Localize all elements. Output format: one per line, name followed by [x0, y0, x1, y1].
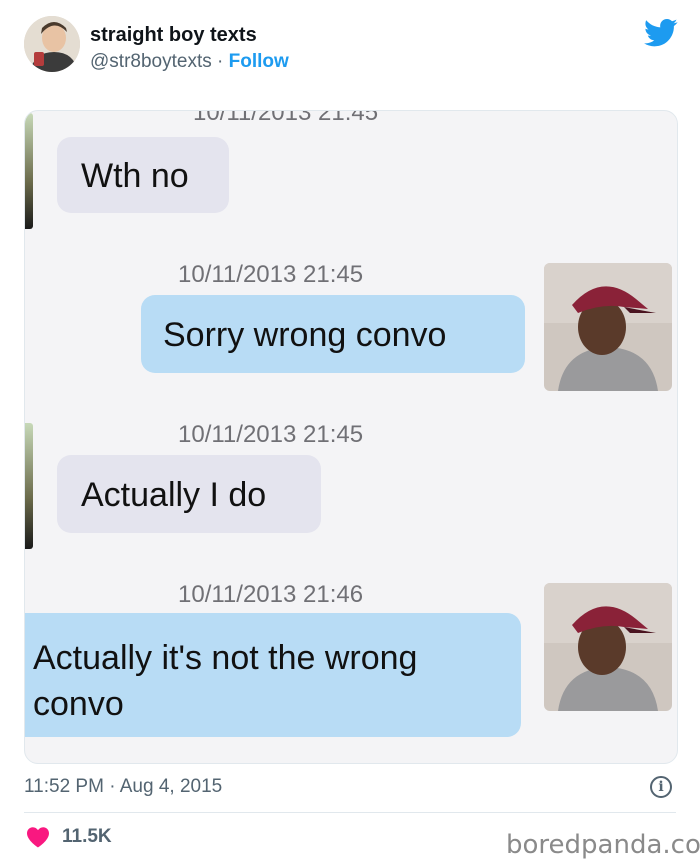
heart-icon[interactable]: [26, 826, 50, 848]
message-line: convo: [33, 685, 124, 723]
separator: ·: [217, 51, 224, 72]
message-bubble-incoming: Actually I do: [57, 455, 321, 533]
divider: [24, 812, 676, 813]
author-handle[interactable]: @str8boytexts: [90, 51, 212, 72]
timestamp: 10/11/2013 21:45: [178, 261, 364, 288]
timestamp: 10/11/2013 21:45: [193, 110, 379, 126]
contact-photo-edge: [25, 423, 33, 549]
avatar[interactable]: [24, 16, 80, 72]
conversation-screenshot[interactable]: 10/11/2013 21:45 Wth no 10/11/2013 21:45…: [24, 110, 678, 764]
watermark: boredpanda.com: [506, 830, 700, 860]
tweet-card: straight boy texts @str8boytexts · Follo…: [0, 0, 700, 866]
info-icon[interactable]: i: [650, 776, 672, 798]
message-line: Actually it's not the wrong: [33, 639, 418, 677]
message-bubble-incoming: Wth no: [57, 137, 229, 213]
contact-photo-edge: [25, 113, 33, 229]
sender-photo: [544, 583, 672, 711]
message-bubble-outgoing: Sorry wrong convo: [141, 295, 525, 373]
timestamp: 10/11/2013 21:45: [178, 421, 364, 448]
like-count[interactable]: 11.5K: [62, 826, 112, 848]
author-handle-line: @str8boytexts · Follow: [90, 51, 289, 73]
follow-button[interactable]: Follow: [229, 51, 289, 72]
tweet-timestamp[interactable]: 11:52 PM · Aug 4, 2015: [24, 776, 222, 798]
sender-photo: [544, 263, 672, 391]
twitter-bird-icon[interactable]: [644, 18, 678, 48]
message-bubble-outgoing: Actually it's not the wrong convo: [25, 613, 521, 737]
timestamp: 10/11/2013 21:46: [178, 581, 364, 608]
author-name[interactable]: straight boy texts: [90, 24, 257, 47]
